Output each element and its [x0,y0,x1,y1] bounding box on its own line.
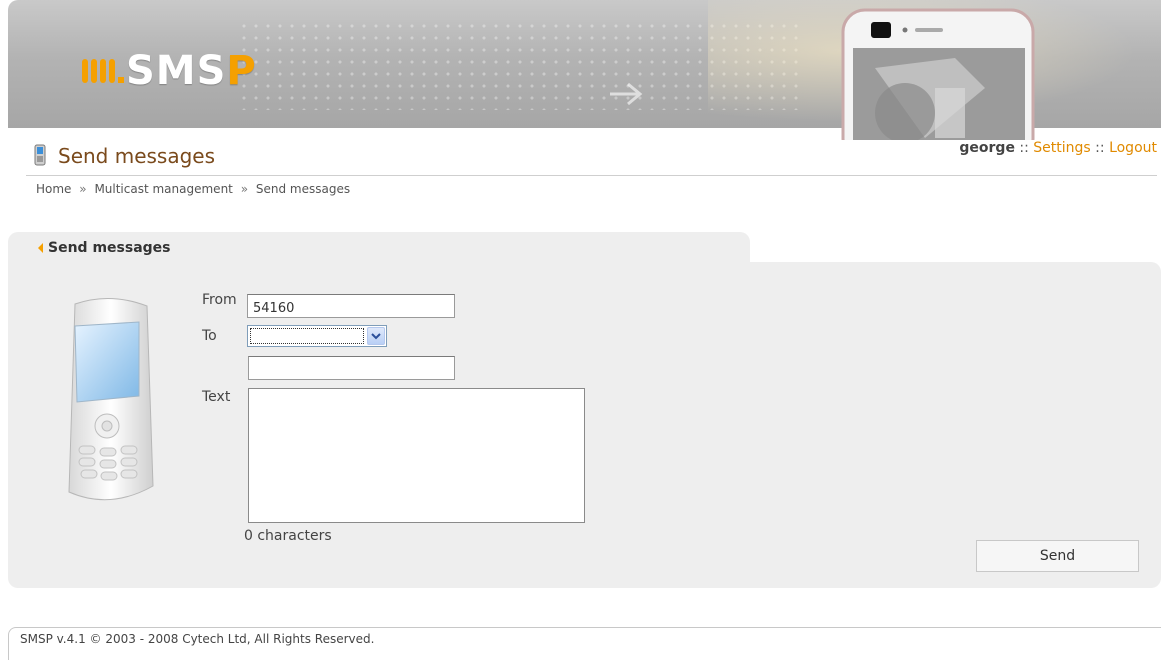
separator-1: :: [1019,140,1029,156]
breadcrumb-send-messages: Send messages [255,182,351,196]
send-button[interactable]: Send [976,540,1139,572]
breadcrumb-home[interactable]: Home [36,182,71,196]
character-count: 0 characters [244,528,332,544]
mobile-phone-icon [34,144,46,166]
to-select-value [250,328,364,344]
logo-text: SMSP [126,51,257,91]
breadcrumb-separator: » [79,182,87,196]
title-divider [26,175,1157,176]
separator-2: :: [1095,140,1105,156]
footer-copyright: SMSP v.4.1 © 2003 - 2008 Cytech Ltd, All… [20,632,375,646]
phone-illustration [68,297,154,501]
from-input[interactable] [247,294,455,318]
chevron-down-icon [371,333,381,340]
title-row: Send messages george :: Settings :: Logo… [32,140,1157,172]
user-links: george :: Settings :: Logout [959,140,1157,156]
page-title: Send messages [58,144,216,168]
breadcrumb-separator: » [240,182,249,196]
panel-title: Send messages [48,240,171,256]
logo-accent-text: P [226,48,257,94]
username: george [959,140,1015,156]
panel-tab: Send messages [8,232,750,266]
arrow-right-icon [610,82,643,106]
logo[interactable]: SMSP [82,51,257,91]
text-label: Text [202,389,231,405]
chevron-left-icon [38,243,43,253]
to-select-dropdown-button[interactable] [367,327,385,345]
breadcrumb-multicast-management[interactable]: Multicast management [94,182,232,196]
from-label: From [202,292,237,308]
footer: SMSP v.4.1 © 2003 - 2008 Cytech Ltd, All… [8,627,1161,660]
logout-link[interactable]: Logout [1109,140,1157,156]
settings-link[interactable]: Settings [1033,140,1090,156]
logo-mark-icon [82,59,124,83]
logo-main-text: SMS [126,48,227,94]
to-select[interactable] [247,325,387,347]
to-label: To [202,328,217,344]
to-extra-input[interactable] [248,356,455,380]
message-textarea[interactable] [248,388,585,523]
banner-phone-illustration [841,8,1035,140]
breadcrumb: Home » Multicast management » Send messa… [36,182,350,196]
